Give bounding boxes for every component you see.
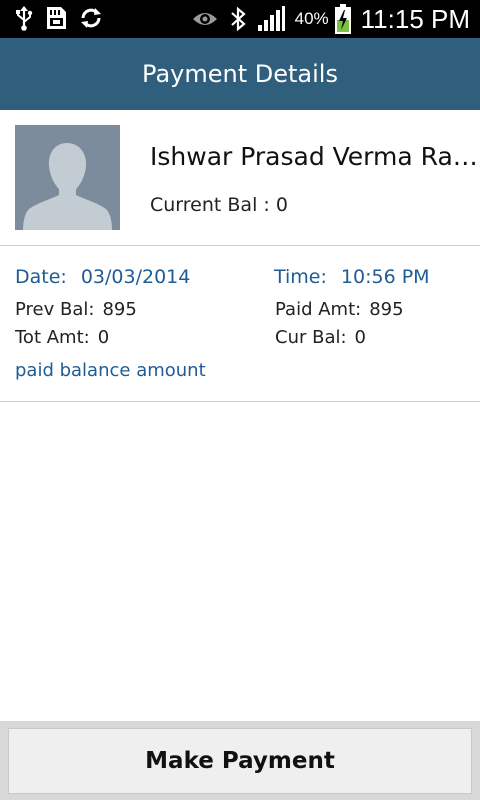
make-payment-button[interactable]: Make Payment — [8, 728, 472, 794]
date-label: Date: — [15, 266, 67, 288]
battery-percentage: 40% — [294, 9, 329, 28]
customer-profile: Ishwar Prasad Verma Ra… Current Bal : 0 — [0, 110, 480, 245]
paid-amt-label: Paid Amt: — [275, 299, 362, 320]
person-silhouette-icon — [15, 125, 120, 230]
prev-bal-label: Prev Bal: — [15, 299, 95, 320]
sd-card-icon — [47, 7, 66, 29]
battery-charging-icon — [334, 4, 351, 34]
date-value: 03/03/2014 — [80, 266, 191, 288]
time-value: 10:56 PM — [340, 266, 430, 288]
tot-amt-value: 0 — [97, 327, 110, 348]
paid-amt-value: 895 — [369, 299, 404, 320]
page-title: Payment Details — [142, 60, 338, 88]
current-balance: Current Bal : 0 — [150, 194, 288, 216]
usb-icon — [16, 6, 33, 31]
prev-bal-value: 895 — [102, 299, 137, 320]
date-field: Date: 03/03/2014 — [15, 266, 190, 288]
cur-bal-label: Cur Bal: — [275, 327, 347, 348]
prev-bal-field: Prev Bal: 895 — [15, 299, 137, 320]
transaction-note: paid balance amount — [15, 360, 206, 381]
notification-icons — [14, 5, 104, 31]
system-icons: 40% 11:15 PM — [191, 0, 470, 38]
tot-amt-field: Tot Amt: 0 — [15, 327, 109, 348]
status-bar: 40% 11:15 PM — [0, 0, 480, 38]
clock: 11:15 PM — [360, 3, 470, 34]
time-label: Time: — [274, 266, 327, 288]
bottom-bar: Make Payment — [0, 721, 480, 800]
cur-bal-field: Cur Bal: 0 — [275, 327, 366, 348]
eye-icon — [192, 13, 217, 25]
tot-amt-label: Tot Amt: — [15, 327, 90, 348]
paid-amt-field: Paid Amt: 895 — [275, 299, 404, 320]
avatar — [15, 125, 120, 230]
action-bar: Payment Details — [0, 38, 480, 110]
signal-icon — [257, 6, 285, 31]
sync-icon — [81, 8, 101, 28]
bluetooth-icon — [230, 6, 246, 32]
current-balance-value: 0 — [275, 194, 288, 216]
time-field: Time: 10:56 PM — [274, 266, 430, 288]
cur-bal-value: 0 — [354, 327, 366, 348]
transaction-details: Date: 03/03/2014 Time: 10:56 PM Prev Bal: 8… — [0, 246, 480, 401]
current-balance-label: Current Bal : — [150, 194, 270, 216]
customer-name: Ishwar Prasad Verma Ra… — [150, 142, 478, 171]
divider — [0, 401, 480, 402]
